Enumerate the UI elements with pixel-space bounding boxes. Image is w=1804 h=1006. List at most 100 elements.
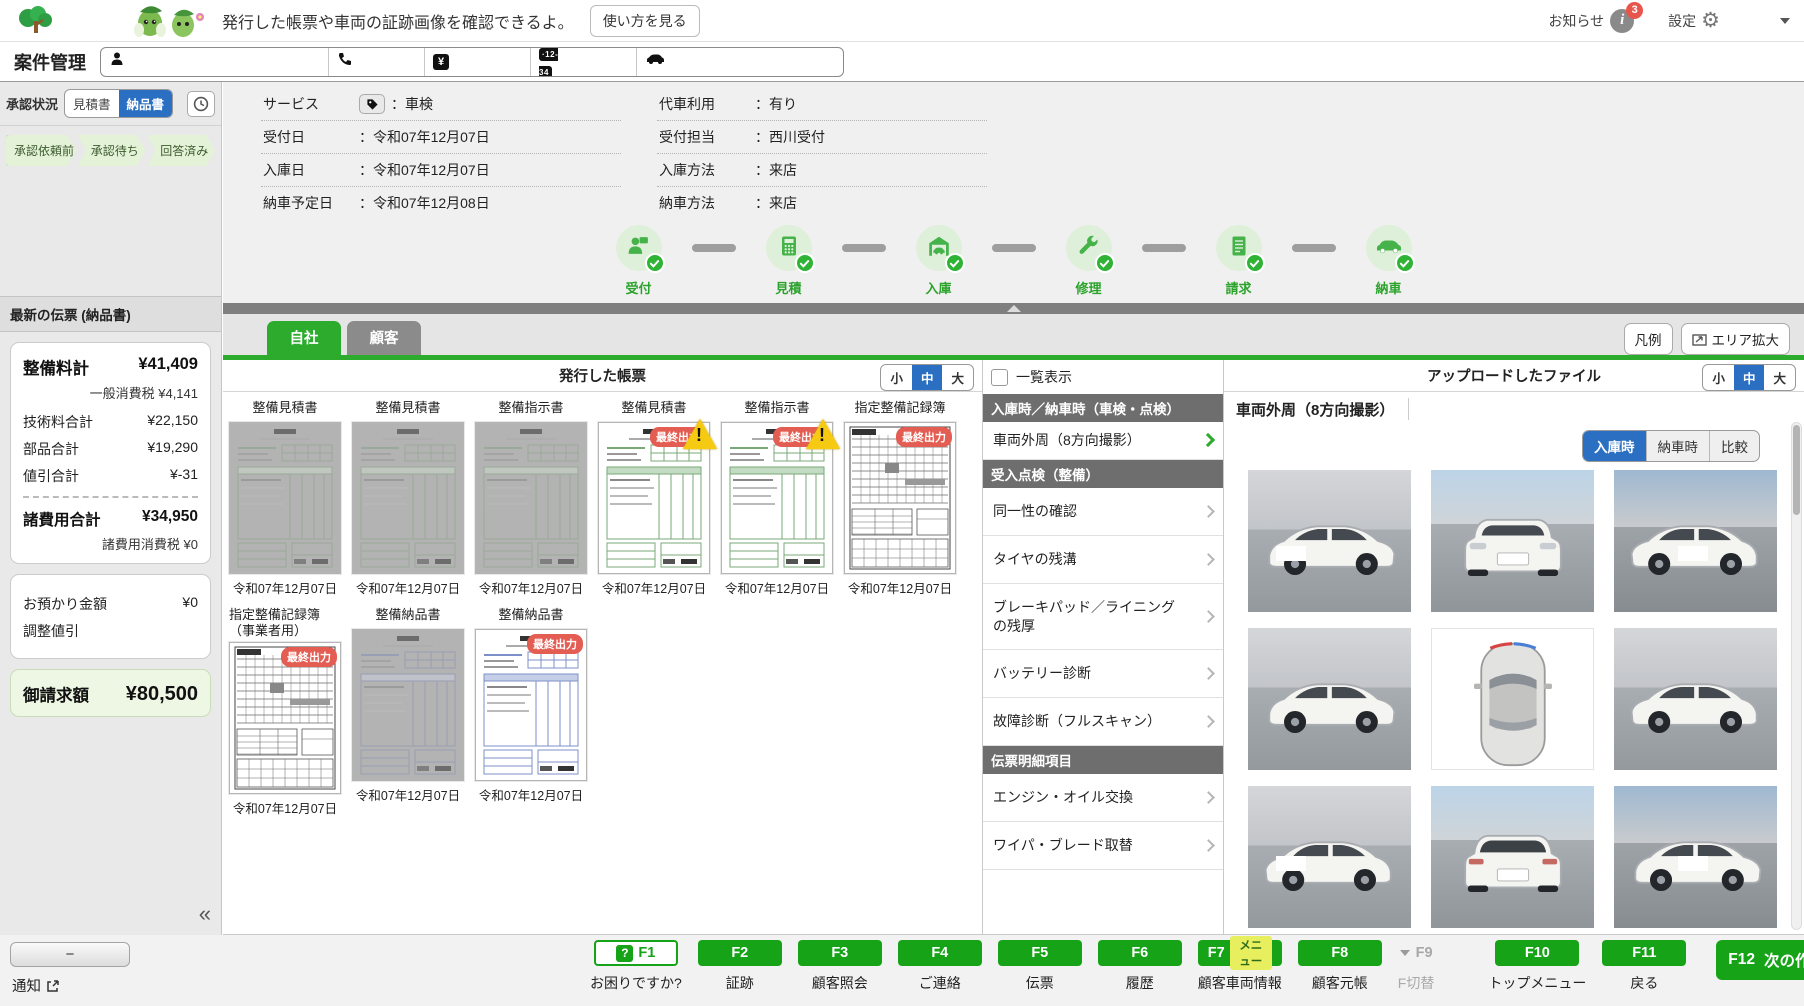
minimize-button[interactable]: − [10,942,130,967]
license-plate-search-input[interactable] [562,54,636,69]
category-item[interactable]: エンジン・オイル交換 [983,774,1223,822]
document-title: 整備見積書 [352,400,464,420]
f5-button[interactable]: F5 [998,940,1082,966]
collapse-handle-bar[interactable] [223,303,1804,314]
detail-row: 入庫方法：来店 [657,154,987,187]
document-card-3[interactable]: 整備見積書最終出力令和07年12月07日 [598,400,710,597]
category-item[interactable]: バッテリー診断 [983,650,1223,698]
person-search-input[interactable] [125,54,328,69]
tree-logo-icon [14,5,60,37]
category-item[interactable]: ブレーキパッド／ライニングの残厚 [983,584,1223,651]
billing-label: 御請求額 [23,682,89,706]
car-photo-front-left[interactable] [1248,470,1411,612]
category-item[interactable]: 故障診断（フルスキャン） [983,698,1223,746]
document-card-0[interactable]: 整備見積書令和07年12月07日 [229,400,341,597]
doc-toggle-0[interactable]: 見積書 [65,90,119,117]
fkey-f7: F7メニュー顧客車両情報 [1198,940,1282,993]
service-tag-button[interactable] [359,94,385,114]
fkey-label: ご連絡 [919,973,961,993]
document-card-2[interactable]: 整備指示書令和07年12月07日 [475,400,587,597]
documents-size-中[interactable]: 中 [912,365,943,390]
document-thumbnail[interactable] [352,629,464,781]
fkey-label: 顧客車両情報 [1198,973,1282,993]
notice-button[interactable]: お知らせ i 3 [1548,9,1634,33]
car-photo-front[interactable] [1431,470,1594,612]
settings-button[interactable]: 設定 ⚙ [1668,10,1720,31]
category-item[interactable]: 車両外周（8方向撮影） [983,422,1223,460]
phone-search-input[interactable] [353,54,424,69]
car-photo-rear[interactable] [1431,786,1594,928]
car-photo-front-right[interactable] [1614,470,1777,612]
f9-button[interactable]: F9 [1400,940,1433,966]
document-title: 整備見積書 [598,400,710,420]
notification-link[interactable]: 通知 [12,975,60,996]
evidence-category-panel: 一覧表示 入庫時／納車時（車検・点検）車両外周（8方向撮影）受入点検（整備）同一… [983,360,1224,934]
sidebar-collapse-button[interactable]: « [199,901,209,927]
document-thumbnail[interactable] [229,422,341,574]
f8-button[interactable]: F8 [1298,940,1382,966]
chevron-down-icon[interactable] [1780,18,1790,24]
phase-入庫時[interactable]: 入庫時 [1583,431,1647,461]
document-card-4[interactable]: 整備指示書最終出力令和07年12月07日 [721,400,833,597]
document-card-1[interactable]: 整備見積書令和07年12月07日 [352,400,464,597]
document-thumbnail[interactable]: 最終出力 [721,422,833,574]
f7-button[interactable]: F7メニュー [1198,940,1282,966]
document-thumbnail[interactable]: 最終出力 [598,422,710,574]
search-segment-yen[interactable]: ¥ [425,48,531,76]
category-item[interactable]: ワイパ・ブレード取替 [983,822,1223,870]
documents-size-小[interactable]: 小 [881,365,912,390]
yen-search-input[interactable] [449,54,530,69]
f6-button[interactable]: F6 [1098,940,1182,966]
search-segment-person[interactable] [101,48,329,76]
document-title: 整備納品書 [475,607,587,627]
files-scrollbar[interactable] [1791,422,1802,930]
document-card-5[interactable]: 指定整備記録簿最終出力令和07年12月07日 [844,400,956,597]
phase-比較[interactable]: 比較 [1710,431,1759,461]
progress-connector [1292,244,1336,252]
files-size-中[interactable]: 中 [1734,365,1765,390]
phase-納車時[interactable]: 納車時 [1647,431,1711,461]
fkey-label: 証跡 [726,973,754,993]
car-photo-side-right[interactable] [1614,628,1777,770]
document-thumbnail[interactable] [352,422,464,574]
document-thumbnail[interactable]: 最終出力 [475,629,587,781]
area-expand-button[interactable]: エリア拡大 [1681,323,1791,355]
search-segment-car[interactable] [637,48,841,76]
car-search-input[interactable] [665,54,841,69]
doc-toggle-1[interactable]: 納品書 [119,90,173,117]
how-to-use-button[interactable]: 使い方を見る [590,5,700,37]
category-item[interactable]: タイヤの残溝 [983,536,1223,584]
list-view-checkbox[interactable] [991,369,1008,386]
f11-button[interactable]: F11 [1602,940,1686,966]
tab-自社[interactable]: 自社 [267,321,341,355]
car-photo-rear-right[interactable] [1614,786,1777,928]
progress-step-請求: 請求 [1210,225,1268,297]
f3-button[interactable]: F3 [798,940,882,966]
history-clock-button[interactable] [187,91,215,117]
document-card-8[interactable]: 整備納品書最終出力令和07年12月07日 [475,607,587,817]
document-thumbnail[interactable] [475,422,587,574]
document-card-6[interactable]: 指定整備記録簿（事業者用）最終出力令和07年12月07日 [229,607,341,817]
category-item[interactable]: 同一性の確認 [983,488,1223,536]
billing-value: ¥80,500 [126,683,198,706]
document-thumbnail[interactable]: 最終出力 [844,422,956,574]
f4-button[interactable]: F4 [898,940,982,966]
search-segment-phone[interactable] [329,48,425,76]
tab-顧客[interactable]: 顧客 [347,321,421,355]
files-size-大[interactable]: 大 [1764,365,1795,390]
f12-button[interactable]: F12次の作業を選ぶ [1716,940,1804,980]
main-area: サービス：車検受付日：令和07年12月07日入庫日：令和07年12月07日納車予… [222,82,1804,935]
files-size-小[interactable]: 小 [1703,365,1734,390]
legend-button[interactable]: 凡例 [1624,323,1673,355]
f1-button[interactable]: ?F1 [594,940,678,966]
list-view-toggle[interactable]: 一覧表示 [983,360,1223,394]
car-top-diagram[interactable] [1431,628,1594,770]
search-segment-license-plate[interactable]: ·12-34 [531,48,637,76]
documents-size-大[interactable]: 大 [942,365,973,390]
car-photo-side-left[interactable] [1248,628,1411,770]
f10-button[interactable]: F10 [1495,940,1579,966]
f2-button[interactable]: F2 [698,940,782,966]
document-thumbnail[interactable]: 最終出力 [229,642,341,794]
document-card-7[interactable]: 整備納品書令和07年12月07日 [352,607,464,817]
car-photo-rear-left[interactable] [1248,786,1411,928]
